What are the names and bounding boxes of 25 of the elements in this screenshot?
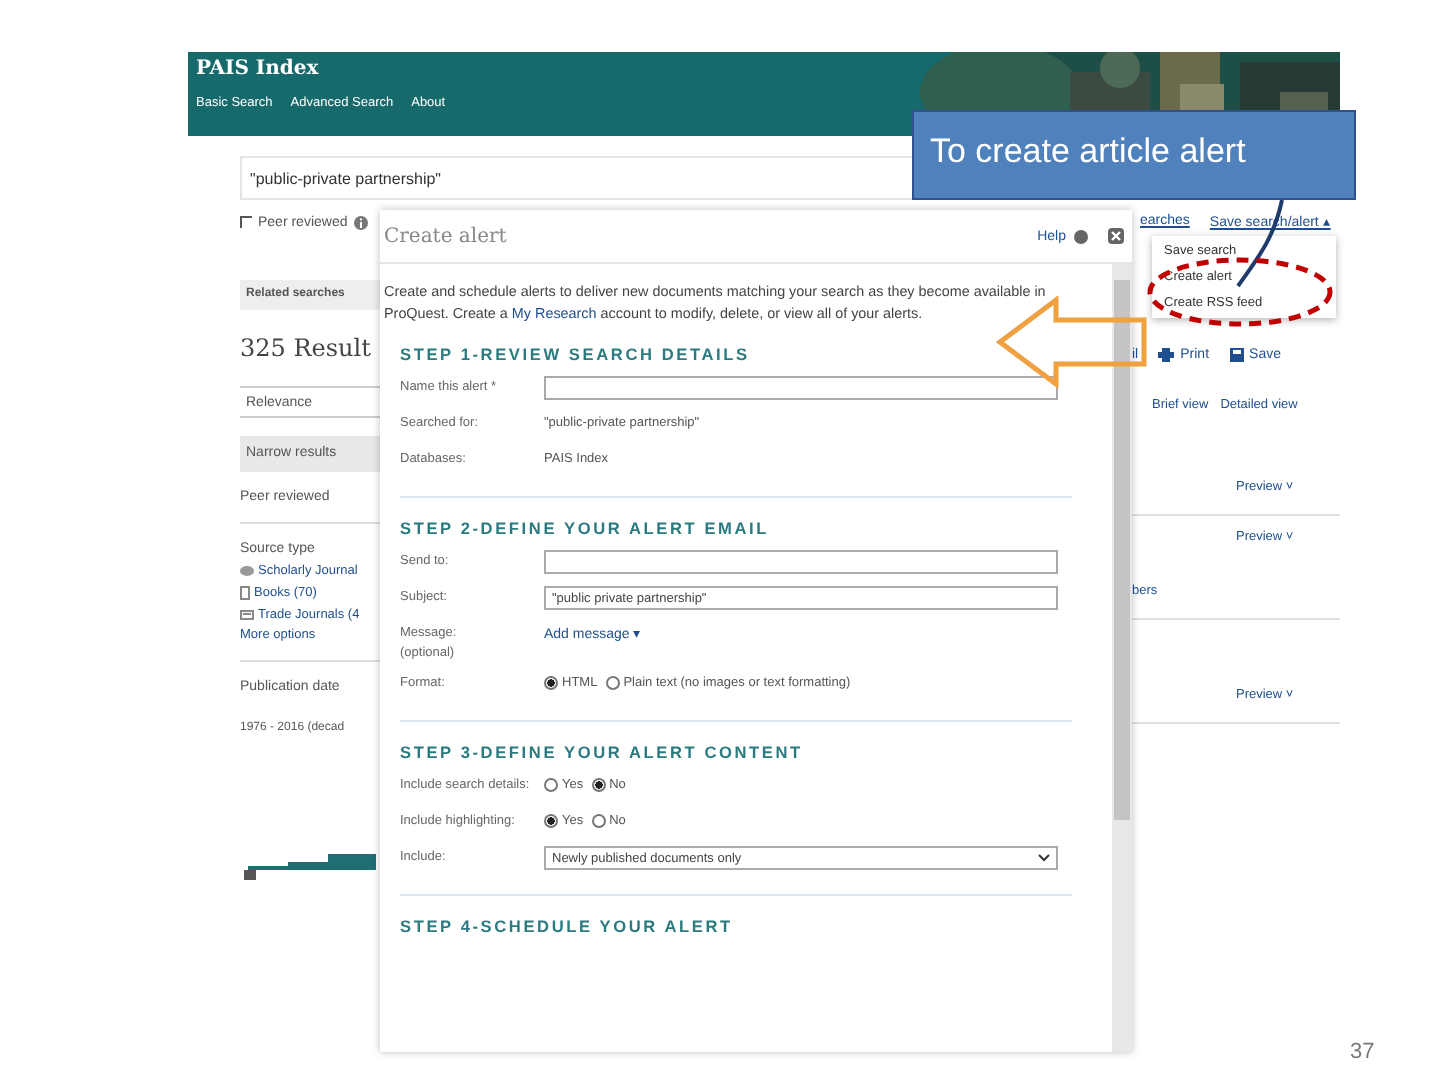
newspaper-icon (240, 610, 254, 620)
input-field[interactable] (544, 376, 1058, 400)
peer-reviewed-checkbox[interactable] (240, 216, 252, 228)
slide-number: 37 (1350, 1040, 1375, 1064)
step-heading: STEP 3-DEFINE YOUR ALERT CONTENT (400, 742, 805, 762)
radio-button[interactable] (544, 778, 558, 792)
callout-box: To create article alert (912, 110, 1356, 200)
close-icon[interactable] (1108, 228, 1124, 244)
book-icon (240, 586, 250, 600)
site-title: PAIS Index (196, 58, 321, 80)
radio-button[interactable] (544, 676, 558, 690)
radio-button[interactable] (591, 814, 606, 828)
journal-icon (240, 566, 254, 576)
dialog-title: Create alert (384, 225, 509, 247)
input-field[interactable] (544, 550, 1058, 574)
results-count: 325 Result (240, 334, 371, 362)
radio-button[interactable] (591, 778, 606, 792)
step-heading: STEP 4-SCHEDULE YOUR ALERT (400, 916, 735, 936)
radio-button[interactable] (605, 676, 620, 690)
scrollbar[interactable] (1112, 264, 1132, 1052)
step-heading: STEP 1-REVIEW SEARCH DETAILS (400, 344, 752, 364)
info-icon (353, 215, 368, 229)
chevron-down-icon (1038, 854, 1050, 862)
step-heading: STEP 2-DEFINE YOUR ALERT EMAIL (400, 518, 772, 538)
radio-button[interactable] (544, 814, 558, 828)
